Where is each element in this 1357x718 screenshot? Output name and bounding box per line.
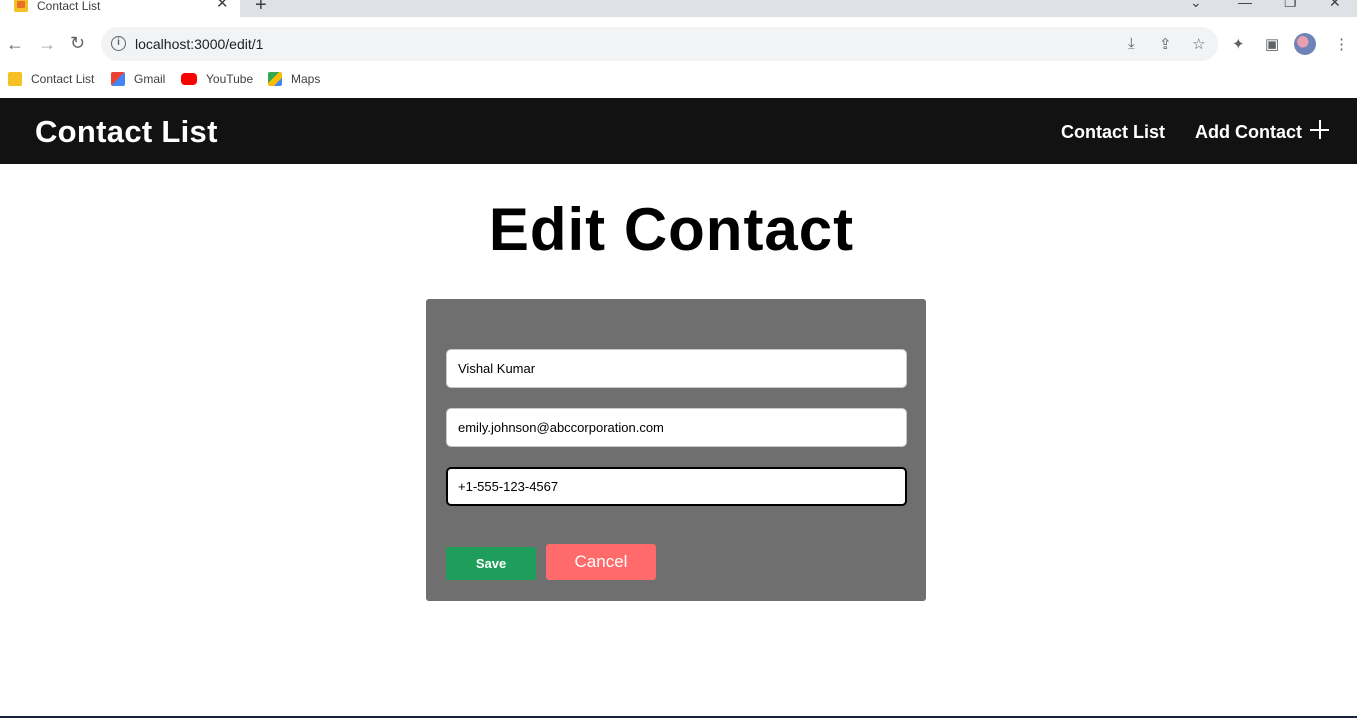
bookmark-label: Maps xyxy=(291,72,321,86)
extensions-icon[interactable]: ✦ xyxy=(1232,35,1245,53)
youtube-icon xyxy=(181,73,197,85)
bookmark-label: Contact List xyxy=(31,72,95,86)
gmail-icon xyxy=(111,72,125,86)
maps-icon xyxy=(268,72,282,86)
bookmark-gmail[interactable]: Gmail xyxy=(111,72,165,86)
brand-title[interactable]: Contact List xyxy=(35,114,218,150)
browser-tabstrip: Contact List ✕ + ⌄ — ❐ ✕ xyxy=(0,0,1357,17)
bookmarks-bar: Contact List Gmail YouTube Maps xyxy=(0,65,1357,98)
nav-contact-list-link[interactable]: Contact List xyxy=(1061,122,1165,143)
bookmark-youtube[interactable]: YouTube xyxy=(181,72,253,86)
site-info-icon[interactable]: i xyxy=(111,36,126,51)
phone-field[interactable] xyxy=(446,467,907,506)
back-icon[interactable]: ← xyxy=(6,35,24,53)
tab-search-icon[interactable]: ⌄ xyxy=(1190,0,1202,9)
bookmark-label: YouTube xyxy=(206,72,254,86)
new-tab-icon[interactable]: + xyxy=(255,0,267,15)
bookmark-maps[interactable]: Maps xyxy=(268,72,320,86)
plus-icon[interactable] xyxy=(1310,120,1329,139)
restore-icon[interactable]: ❐ xyxy=(1284,0,1297,9)
save-button[interactable]: Save xyxy=(446,547,536,580)
url-text[interactable]: localhost:3000/edit/1 xyxy=(135,36,263,52)
page-title: Edit Contact xyxy=(488,196,855,263)
bookmark-label: Gmail xyxy=(134,72,166,86)
window-close-icon[interactable]: ✕ xyxy=(1329,0,1341,9)
name-field[interactable] xyxy=(446,349,907,388)
install-app-icon[interactable]: ⤓ xyxy=(1128,35,1135,52)
edit-contact-form: Save Cancel xyxy=(426,299,926,601)
bookmark-star-icon[interactable]: ☆ xyxy=(1192,35,1205,53)
nav-add-contact-link[interactable]: Add Contact xyxy=(1195,122,1302,143)
app-header: Contact List Contact List Add Contact xyxy=(0,98,1357,164)
tab-title: Contact List xyxy=(37,0,101,13)
share-icon[interactable]: ⇪ xyxy=(1159,35,1172,53)
profile-avatar[interactable] xyxy=(1294,33,1316,55)
tab-close-icon[interactable]: ✕ xyxy=(216,0,229,11)
forward-icon[interactable]: → xyxy=(38,35,56,53)
side-panel-icon[interactable]: ▣ xyxy=(1265,35,1279,53)
browser-tab[interactable]: Contact List ✕ xyxy=(0,0,240,17)
reload-icon[interactable]: ↻ xyxy=(70,34,85,52)
cancel-button[interactable]: Cancel xyxy=(546,544,656,580)
email-field[interactable] xyxy=(446,408,907,447)
minimize-icon[interactable]: — xyxy=(1238,0,1252,9)
address-bar[interactable]: i localhost:3000/edit/1 ⤓ ⇪ ☆ xyxy=(101,27,1218,61)
contact-list-favicon-icon xyxy=(14,0,28,12)
bookmark-contact-list[interactable]: Contact List xyxy=(8,72,94,86)
contact-list-favicon-icon xyxy=(8,72,22,86)
menu-kebab-icon[interactable]: ⋮ xyxy=(1334,35,1349,53)
